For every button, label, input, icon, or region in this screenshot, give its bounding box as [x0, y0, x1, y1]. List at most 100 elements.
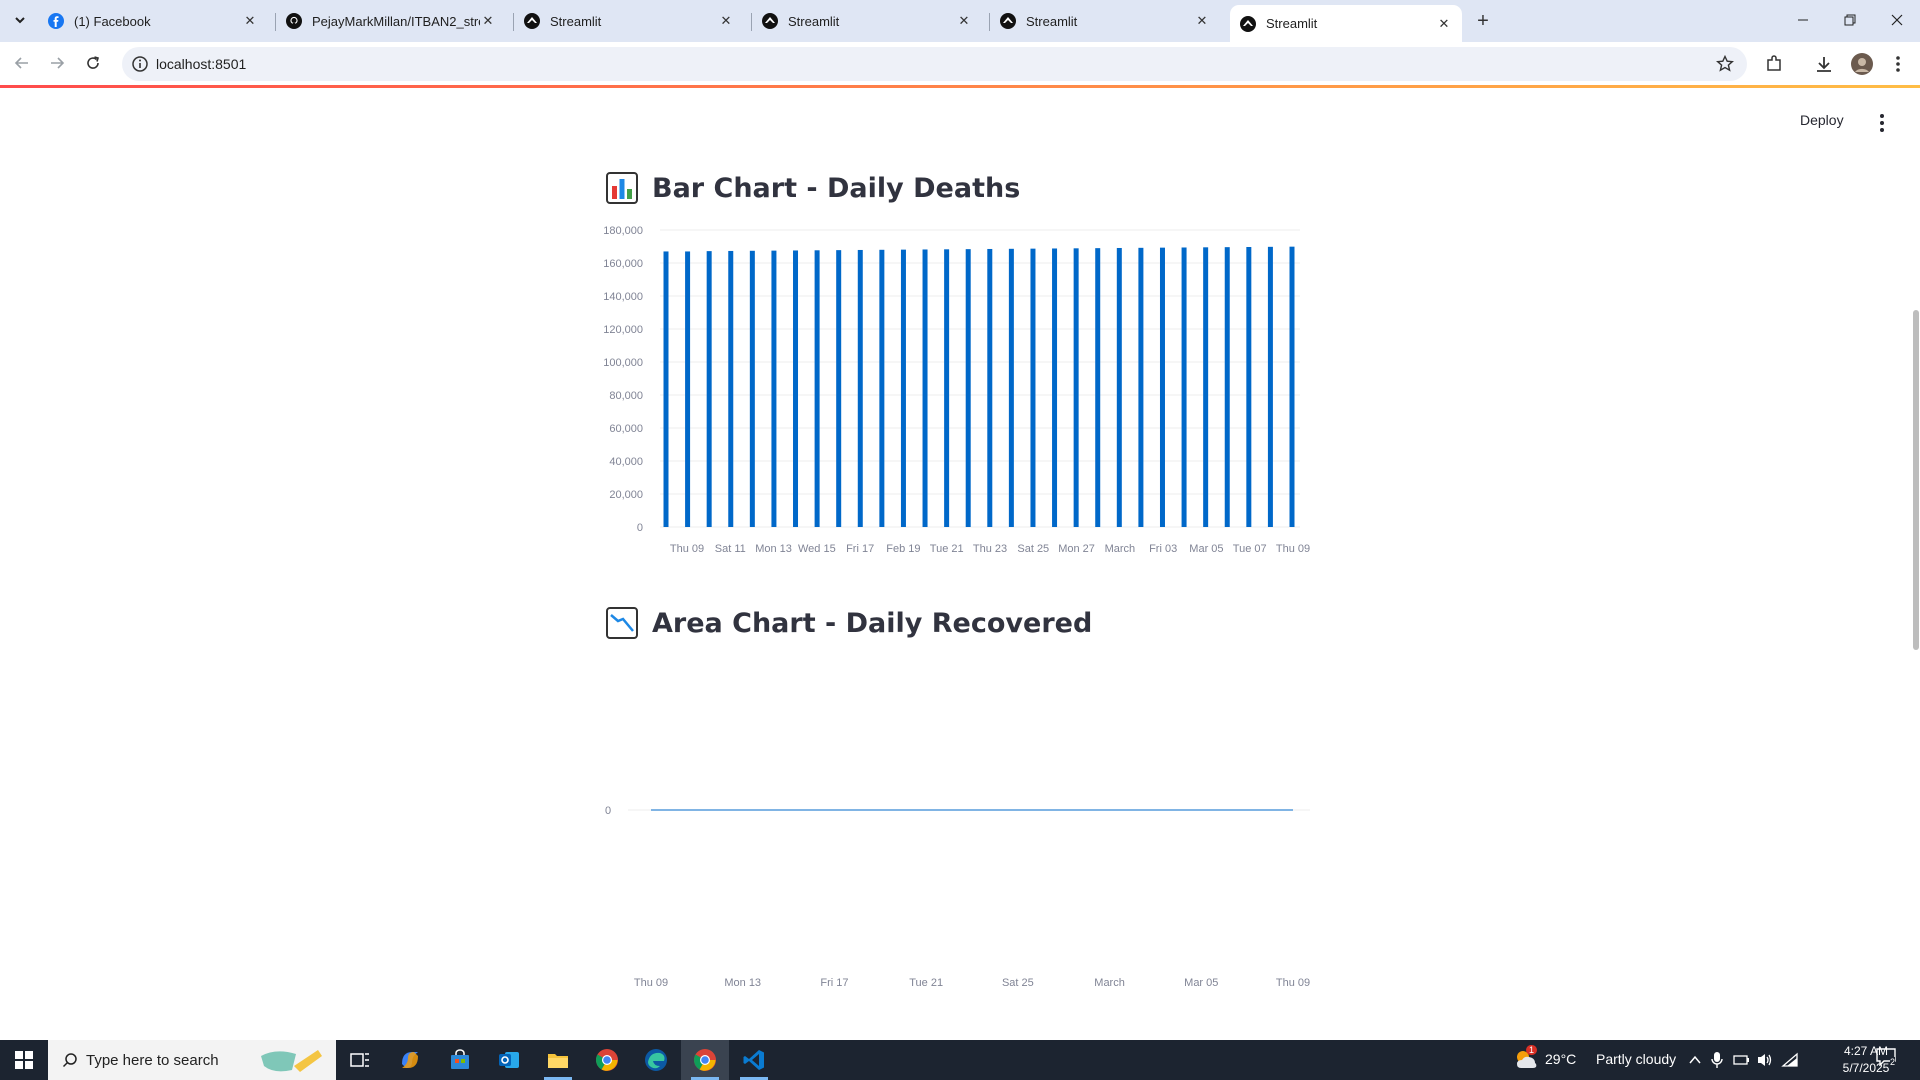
browser-menu-button[interactable]	[1886, 52, 1910, 76]
minimize-button[interactable]	[1780, 0, 1826, 40]
bookmark-star-icon[interactable]	[1715, 54, 1735, 74]
chart-decreasing-icon	[606, 607, 638, 639]
streamlit-icon	[1240, 15, 1256, 32]
weather-condition[interactable]: Partly cloudy	[1596, 1051, 1676, 1067]
vscode-icon	[743, 1050, 764, 1070]
chrome-profile-app[interactable]	[681, 1040, 729, 1080]
y-tick-label: 80,000	[609, 390, 643, 402]
search-icon	[62, 1053, 77, 1068]
y-tick-label: 20,000	[609, 489, 643, 501]
x-tick-label: Wed 15	[798, 543, 836, 555]
x-tick-label: March	[1105, 543, 1136, 555]
app-menu-button[interactable]	[1872, 112, 1892, 134]
info-icon[interactable]	[130, 54, 150, 74]
y-tick-label: 0	[605, 805, 611, 817]
downloads-button[interactable]	[1812, 52, 1836, 76]
page-scrollbar[interactable]	[1913, 310, 1919, 650]
reload-icon	[87, 56, 99, 69]
browser-toolbar: localhost:8501	[0, 42, 1920, 85]
back-button[interactable]	[8, 49, 36, 77]
microphone-icon[interactable]	[1711, 1051, 1723, 1069]
bar-chart-title: Bar Chart - Daily Deaths	[652, 172, 1021, 204]
bar	[728, 250, 734, 527]
task-view-button[interactable]	[336, 1040, 384, 1080]
deploy-button[interactable]: Deploy	[1800, 112, 1844, 128]
weather-temperature[interactable]: 29°C	[1545, 1051, 1576, 1067]
close-tab-icon[interactable]: ✕	[242, 13, 258, 29]
extensions-button[interactable]	[1762, 52, 1786, 76]
bar-chart-heading: Bar Chart - Daily Deaths	[606, 172, 1020, 204]
close-window-button[interactable]	[1874, 0, 1920, 40]
restore-button[interactable]	[1827, 0, 1873, 40]
store-app[interactable]	[436, 1040, 484, 1080]
bar-chart-svg: 0 20,000 40,000 60,000 80,000 100,000 120,000 1…	[603, 225, 1310, 555]
battery-icon[interactable]	[1733, 1053, 1751, 1067]
tab-streamlit-active[interactable]: Streamlit ✕	[1230, 5, 1462, 42]
chrome-app[interactable]	[583, 1040, 631, 1080]
chrome-icon	[694, 1049, 716, 1071]
copilot-app[interactable]	[386, 1040, 434, 1080]
bar	[814, 250, 820, 528]
x-tick-label: Thu 09	[1276, 543, 1310, 555]
forward-button[interactable]	[43, 49, 71, 77]
y-tick-label: 120,000	[603, 324, 643, 336]
tab-streamlit-1[interactable]: Streamlit ✕	[514, 5, 744, 37]
notification-count: 2	[1890, 1057, 1896, 1067]
tab-facebook[interactable]: (1) Facebook ✕	[38, 5, 268, 37]
profile-button[interactable]	[1850, 52, 1874, 76]
bar	[706, 251, 712, 527]
reload-button[interactable]	[79, 49, 107, 77]
wifi-icon[interactable]	[1781, 1052, 1799, 1068]
restore-icon	[1844, 14, 1856, 26]
bar	[836, 250, 842, 527]
bar	[1267, 246, 1273, 527]
close-tab-icon[interactable]: ✕	[718, 13, 734, 29]
tab-title: PejayMarkMillan/ITBAN2_streamlit	[312, 13, 480, 29]
file-explorer-app[interactable]	[534, 1040, 582, 1080]
close-icon	[1891, 14, 1903, 26]
close-tab-icon[interactable]: ✕	[1194, 13, 1210, 29]
address-bar[interactable]: localhost:8501	[122, 47, 1747, 81]
x-tick-label: Sat 25	[1002, 977, 1034, 989]
outlook-app[interactable]	[485, 1040, 533, 1080]
close-tab-icon[interactable]: ✕	[480, 13, 496, 29]
tab-search-button[interactable]	[8, 8, 32, 32]
avatar	[1851, 53, 1873, 75]
arrow-right-icon	[51, 57, 65, 69]
edge-icon	[645, 1049, 667, 1071]
outlook-icon	[499, 1052, 519, 1068]
area-chart: 0 Thu 09 Mon 13 Fri 17 Tue 21 Sat 25 March Mar …	[590, 660, 1320, 1005]
chevron-up-icon[interactable]	[1688, 1054, 1702, 1066]
weather-badge: 1	[1526, 1045, 1538, 1055]
x-tick-label: Tue 07	[1233, 543, 1267, 555]
tab-github[interactable]: PejayMarkMillan/ITBAN2_streamlit ✕	[276, 5, 506, 37]
tab-streamlit-3[interactable]: Streamlit ✕	[990, 5, 1220, 37]
folder-icon	[548, 1054, 568, 1068]
y-tick-label: 40,000	[609, 456, 643, 468]
taskbar-search[interactable]: Type here to search	[48, 1040, 336, 1080]
bar	[1159, 247, 1165, 527]
tab-streamlit-2[interactable]: Streamlit ✕	[752, 5, 982, 37]
x-tick-label: Thu 09	[634, 977, 668, 989]
close-tab-icon[interactable]: ✕	[1436, 16, 1452, 32]
bar	[987, 248, 993, 527]
task-view-icon	[350, 1053, 369, 1067]
new-tab-button[interactable]: +	[1470, 8, 1496, 34]
url-text[interactable]: localhost:8501	[156, 56, 246, 72]
minimize-icon	[1798, 19, 1808, 21]
volume-icon[interactable]	[1756, 1052, 1774, 1068]
close-tab-icon[interactable]: ✕	[956, 13, 972, 29]
tab-title: Streamlit	[1026, 13, 1078, 29]
x-tick-label: Thu 23	[973, 543, 1007, 555]
y-tick-label: 160,000	[603, 258, 643, 270]
x-tick-label: Mon 27	[1058, 543, 1095, 555]
notifications-button[interactable]: 2	[1876, 1048, 1902, 1072]
search-placeholder: Type here to search	[86, 1051, 219, 1069]
start-button[interactable]	[0, 1040, 48, 1080]
area-chart-title: Area Chart - Daily Recovered	[652, 607, 1093, 639]
edge-app[interactable]	[632, 1040, 680, 1080]
vscode-app[interactable]	[730, 1040, 778, 1080]
bar	[663, 251, 669, 527]
x-tick-label: Tue 21	[930, 543, 964, 555]
bar	[1224, 247, 1230, 527]
